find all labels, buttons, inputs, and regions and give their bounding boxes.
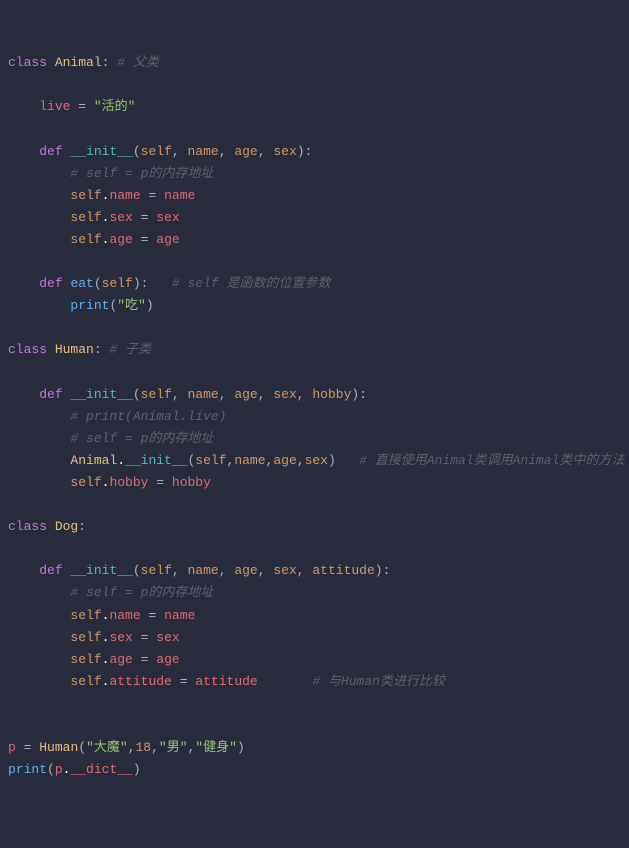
comment: # self = p的内存地址 [70,431,213,446]
keyword-class: class [8,55,47,70]
comment: # self = p的内存地址 [70,166,213,181]
function-name: eat [70,276,93,291]
keyword-def: def [39,144,62,159]
class-name: Animal [55,55,102,70]
comment: # 父类 [117,55,159,70]
comment: # 直接使用Animal类调用Animal类中的方法 [359,453,624,468]
comment: # self 是函数的位置参数 [172,276,331,291]
comment: # print(Animal.live) [70,409,226,424]
function-name: __init__ [70,144,132,159]
identifier: live [39,99,70,114]
comment: # self = p的内存地址 [70,585,213,600]
comment: # 与Human类进行比较 [312,674,445,689]
code-block: class Animal: # 父类 live = "活的" def __ini… [8,52,621,781]
string: "活的" [94,99,136,114]
comment: # 子类 [109,342,151,357]
